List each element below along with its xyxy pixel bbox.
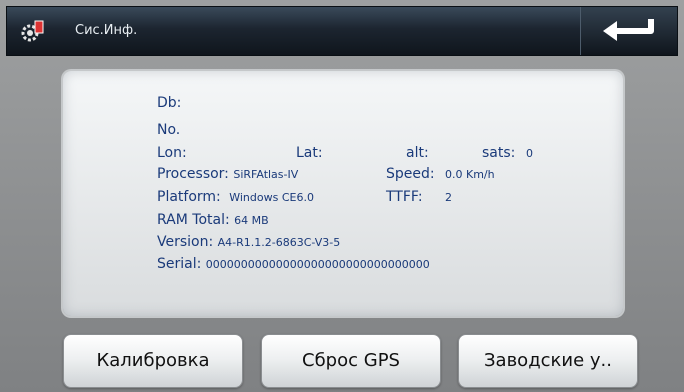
- system-info-screen: Сис.Инф. Db: No. Lon: Lat: alt: sats: 0: [0, 0, 684, 392]
- system-info-panel: Db: No. Lon: Lat: alt: sats: 0 Processor…: [63, 71, 623, 316]
- lat-label: Lat:: [296, 145, 323, 161]
- lon-label: Lon:: [157, 145, 187, 161]
- processor-label: Processor:: [157, 166, 229, 182]
- back-button[interactable]: [580, 7, 677, 55]
- window-title: Сис.Инф.: [75, 23, 138, 38]
- speed-value: 0.0 Km/h: [445, 168, 495, 181]
- alt-label: alt:: [406, 145, 429, 161]
- no-row: No.: [157, 122, 180, 138]
- factory-reset-button[interactable]: Заводские у..: [458, 334, 638, 388]
- return-arrow-icon: [603, 19, 654, 41]
- no-label: No.: [157, 122, 181, 138]
- sats-value: 0: [526, 147, 533, 160]
- version-label: Version:: [157, 234, 214, 250]
- serial-label: Serial:: [157, 256, 202, 272]
- title-bar: Сис.Инф.: [6, 6, 678, 56]
- platform-label: Platform:: [157, 189, 221, 205]
- platform-value: Windows CE6.0: [229, 191, 314, 204]
- ttff-value: 2: [445, 191, 452, 204]
- ram-label: RAM Total:: [157, 212, 230, 228]
- calibrate-button[interactable]: Калибровка: [63, 334, 243, 388]
- version-row: Version: A4-R1.1.2-6863C-V3-5: [157, 234, 340, 250]
- reset-gps-button[interactable]: Сброс GPS: [261, 334, 441, 388]
- ttff-label: TTFF:: [386, 189, 423, 205]
- serial-row: Serial: 00000000000000000000000000000000: [157, 256, 430, 272]
- ram-row: RAM Total: 64 MB: [157, 212, 269, 228]
- processor-value: SiRFAtlas-IV: [233, 168, 299, 181]
- sats-label: sats:: [482, 145, 516, 161]
- ram-value: 64 MB: [234, 214, 269, 227]
- speed-label: Speed:: [386, 166, 435, 182]
- processor-row: Processor: SiRFAtlas-IV Speed: 0.0 Km/h: [157, 166, 495, 182]
- platform-row: Platform: Windows CE6.0 TTFF: 2: [157, 189, 452, 205]
- db-row: Db:: [157, 95, 181, 111]
- version-value: A4-R1.1.2-6863C-V3-5: [217, 236, 341, 249]
- db-label: Db:: [157, 95, 182, 111]
- coordinates-row: Lon: Lat: alt: sats: 0: [157, 145, 533, 161]
- settings-gear-icon[interactable]: [19, 19, 45, 45]
- serial-value: 00000000000000000000000000000000: [205, 258, 430, 271]
